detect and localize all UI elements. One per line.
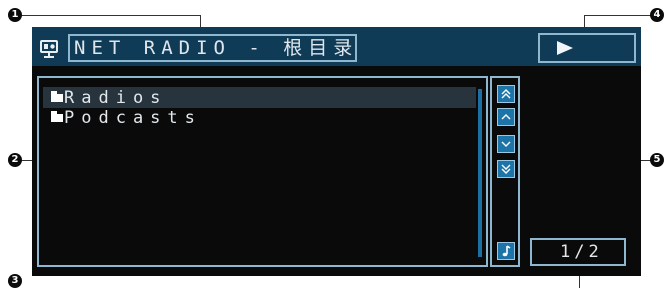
- cursor-down-button[interactable]: [497, 135, 515, 153]
- page-down-icon: [501, 164, 511, 174]
- page-indicator: 1/2: [560, 242, 603, 262]
- page-title: NET RADIO - 根目录: [74, 37, 359, 59]
- callout-4: 4: [650, 8, 664, 22]
- music-note-icon: [502, 245, 511, 257]
- page-down-button[interactable]: [497, 160, 515, 178]
- net-radio-icon: [40, 40, 58, 58]
- callout-4-line: [584, 15, 652, 16]
- music-button[interactable]: [497, 242, 515, 260]
- cursor-up-button[interactable]: [497, 108, 515, 126]
- list-item-radios[interactable]: Radios: [64, 88, 167, 108]
- cursor-up-icon: [501, 114, 511, 120]
- folder-icon: [51, 111, 63, 122]
- list-item-podcasts[interactable]: Podcasts: [64, 108, 202, 128]
- callout-1: 1: [8, 8, 22, 22]
- list-scrollbar[interactable]: [478, 89, 482, 257]
- playback-status-frame: [538, 33, 636, 63]
- callout-1-line: [15, 15, 201, 16]
- cursor-down-icon: [501, 141, 511, 147]
- callout-3: 3: [8, 274, 22, 288]
- callout-5: 5: [650, 153, 664, 167]
- callout-2: 2: [8, 153, 22, 167]
- page-up-button[interactable]: [497, 85, 515, 103]
- play-icon: [557, 41, 573, 55]
- page-up-icon: [501, 89, 511, 99]
- folder-icon: [51, 91, 63, 102]
